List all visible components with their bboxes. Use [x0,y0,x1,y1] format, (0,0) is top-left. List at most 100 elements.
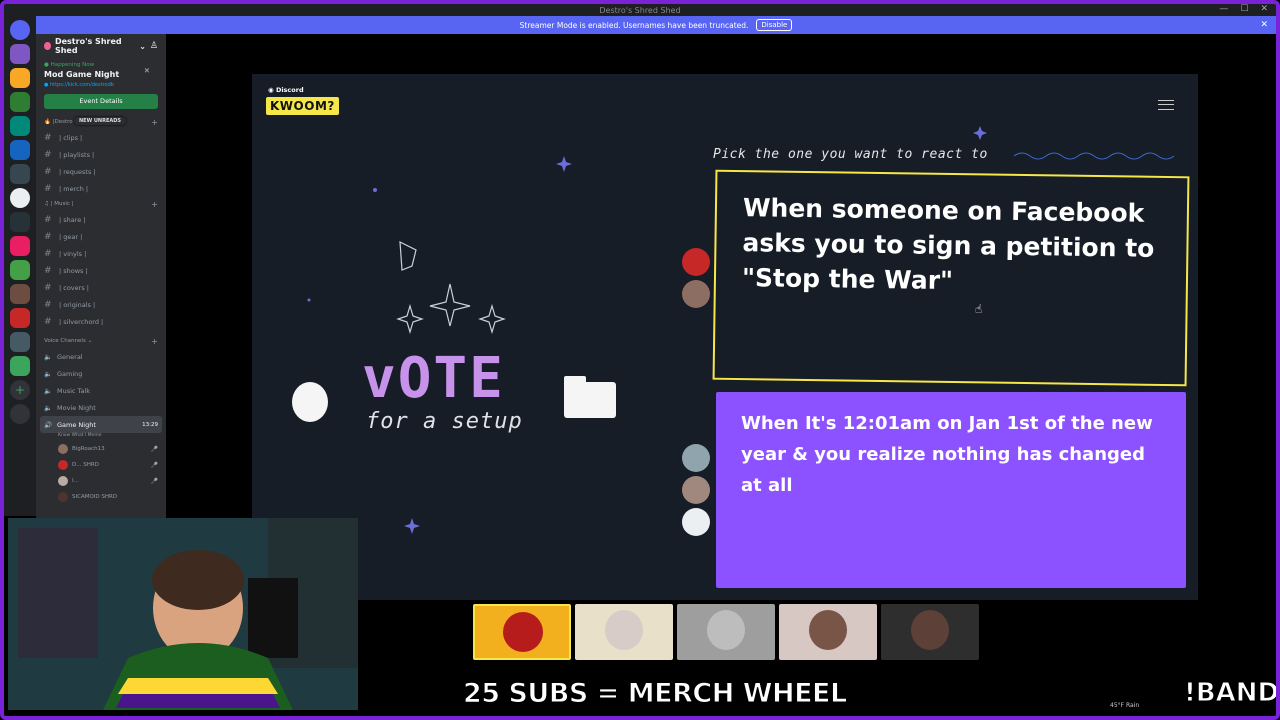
close-icon[interactable]: ✕ [1260,20,1268,30]
speaker-icon: 🔈 [44,369,53,378]
webcam-feed [8,518,358,710]
minimize-icon[interactable]: — [1219,4,1228,14]
participant-tile[interactable] [881,604,979,660]
channel-playlists[interactable]: # | playlists | [36,146,166,163]
avatar [682,444,710,472]
hash-icon: # [44,316,52,327]
answer-card-selected[interactable]: When someone on Facebook asks you to sig… [712,169,1190,387]
speaker-icon: 🔈 [44,403,53,412]
voice-user[interactable]: I... 🎤 [36,473,166,489]
avatar [682,476,710,504]
server-icon[interactable] [10,212,30,232]
server-icon[interactable] [10,260,30,280]
mic-icon: 🎤 [150,445,158,453]
fire-icon: 🔥 [44,119,51,125]
voice-user[interactable]: D... SHRD 🎤 [36,457,166,473]
server-icon[interactable] [10,92,30,112]
participant-tiles [473,604,979,660]
voice-channel-general[interactable]: 🔈 General [36,348,166,365]
participant-tile[interactable] [677,604,775,660]
avatar [58,460,68,470]
event-details-button[interactable]: Event Details [44,94,158,109]
add-server-icon[interactable]: + [10,380,30,400]
server-icon[interactable] [10,44,30,64]
subs-goal-text: 25 SUBS = MERCH WHEEL [463,678,848,710]
category-destro[interactable]: 🔥 | Destro NEW UNREADS + [36,115,166,129]
sparkle-icon [478,303,506,335]
window-titlebar: Destro's Shred Shed — ☐ ✕ [4,4,1276,16]
avatar [682,508,710,536]
channel-requests[interactable]: # | requests | [36,163,166,180]
server-icon[interactable] [10,188,30,208]
hash-icon: # [44,183,52,194]
system-tray: 45°F Rain [1110,702,1139,709]
close-window-icon[interactable]: ✕ [1260,4,1268,14]
screen: Destro's Shred Shed — ☐ ✕ Streamer Mode … [0,0,1280,720]
hash-icon: # [44,265,52,276]
add-channel-icon[interactable]: + [151,337,158,346]
avatar [682,280,710,308]
channel-originals[interactable]: # | originals | [36,296,166,313]
hash-icon: # [44,282,52,293]
channel-share[interactable]: # | share | [36,211,166,228]
server-icon[interactable] [10,164,30,184]
voice-activity: Know What I Meme [58,433,102,438]
event-link[interactable]: ● https://kick.com/destrodb [44,82,158,88]
server-icon[interactable] [10,116,30,136]
channel-shows[interactable]: # | shows | [36,262,166,279]
window-title: Destro's Shred Shed [599,5,681,15]
server-icon[interactable] [10,284,30,304]
voice-channel-gaming[interactable]: 🔈 Gaming [36,365,166,382]
add-channel-icon[interactable]: + [151,200,158,209]
hash-icon: # [44,248,52,259]
server-icon[interactable] [10,140,30,160]
voice-user[interactable]: BigRoach13 🎤 [36,441,166,457]
new-unreads-badge[interactable]: NEW UNREADS [74,117,126,125]
hash-icon: # [44,231,52,242]
voice-time: 13:29 [142,421,158,428]
sparkle-icon [429,283,471,327]
disable-button[interactable]: Disable [756,19,793,31]
explore-icon[interactable] [10,404,30,424]
vote-title: vOTE [362,346,505,411]
mic-icon: 🎤 [150,477,158,485]
server-icon[interactable] [10,308,30,328]
server-icon[interactable] [10,356,30,376]
folder-icon [564,376,616,418]
channel-gear[interactable]: # | gear | [36,228,166,245]
participant-tile[interactable] [575,604,673,660]
avatar [58,444,68,454]
chevron-down-icon: ⌄ [139,41,146,51]
band-command-text: !BAND [1183,678,1280,709]
participant-tile[interactable] [779,604,877,660]
voice-channel-game-night[interactable]: 🔊 Game Night 13:29 [40,416,162,433]
avatar [58,492,68,502]
discord-home-icon[interactable] [10,20,30,40]
channel-vinyls[interactable]: # | vinyls | [36,245,166,262]
channel-covers[interactable]: # | covers | [36,279,166,296]
channel-clips[interactable]: # | clips | [36,129,166,146]
category-voice[interactable]: Voice Channels ⌄ + [36,334,166,348]
vote-subtitle: for a setup [366,409,523,434]
server-icon[interactable] [10,236,30,256]
weather-text: 45°F Rain [1110,702,1140,709]
participant-tile[interactable] [473,604,571,660]
server-header[interactable]: Destro's Shred Shed ⌄ ♙ [36,34,166,58]
server-icon[interactable] [10,68,30,88]
close-event-icon[interactable]: ✕ [136,62,158,75]
channel-sidebar: Destro's Shred Shed ⌄ ♙ ● Happening Now … [36,34,166,518]
maximize-icon[interactable]: ☐ [1240,4,1248,14]
add-channel-icon[interactable]: + [151,118,158,127]
voice-user[interactable]: SICAMOID SHRD [36,489,166,505]
voice-channel-movie-night[interactable]: 🔈 Movie Night [36,399,166,416]
avatar [682,248,710,276]
add-member-icon[interactable]: ♙ [150,41,158,51]
hash-icon: # [44,166,52,177]
server-icon[interactable] [10,332,30,352]
channel-silverchord[interactable]: # | silverchord | [36,313,166,330]
category-music[interactable]: ♫ | Music | + [36,197,166,211]
channel-merch[interactable]: # | merch | [36,180,166,197]
voice-channel-music-talk[interactable]: 🔈 Music Talk [36,382,166,399]
server-name: Destro's Shred Shed [54,37,122,55]
answer-card[interactable]: When It's 12:01am on Jan 1st of the new … [716,392,1186,588]
